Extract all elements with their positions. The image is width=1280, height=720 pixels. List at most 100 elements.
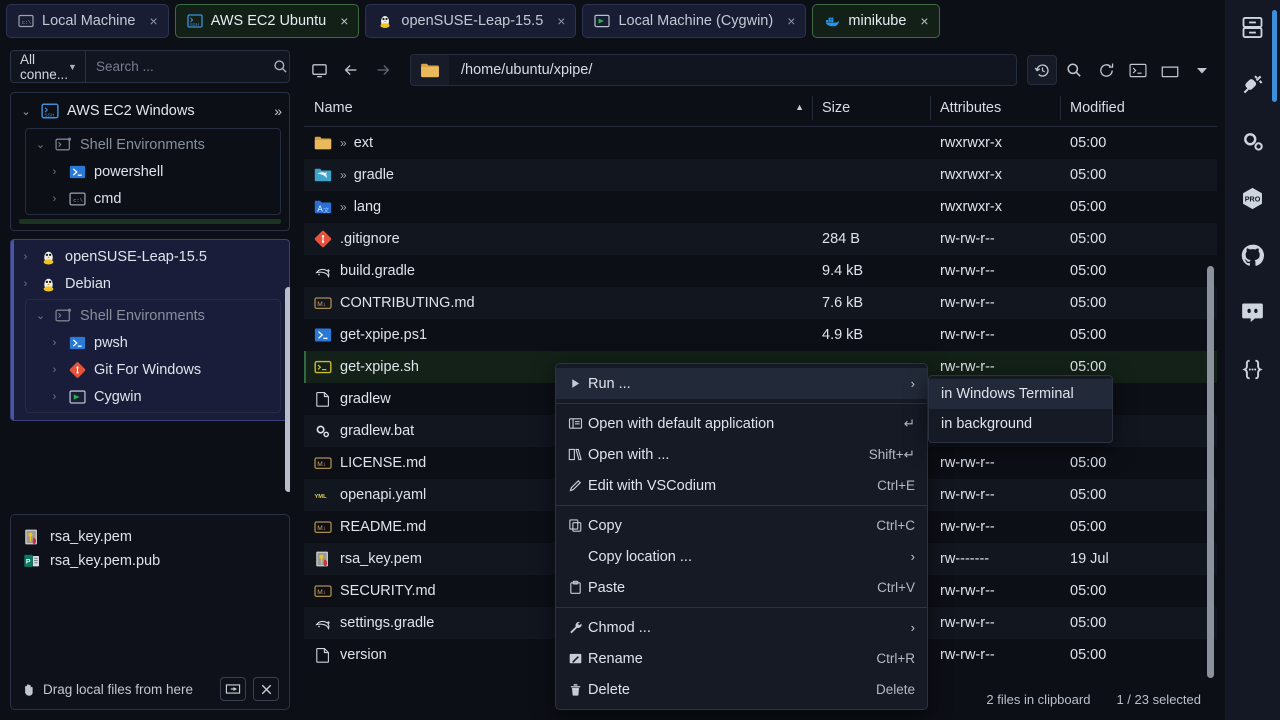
rail-scroll-indicator[interactable]: [1272, 10, 1277, 102]
cell-name[interactable]: .gitignore: [304, 223, 812, 255]
connection-group[interactable]: ⌄ SSH AWS EC2 Windows » ⌄ Shell Environm…: [10, 92, 290, 231]
tree-node[interactable]: › Git For Windows: [26, 356, 280, 383]
group-header[interactable]: ⌄ SSH AWS EC2 Windows »: [11, 96, 289, 126]
file-list-scrollbar[interactable]: [1207, 266, 1214, 678]
context-menu-item[interactable]: Chmod ... ›: [556, 612, 927, 643]
search-icon[interactable]: [1059, 55, 1089, 85]
close-icon[interactable]: ×: [150, 14, 158, 28]
discord-icon[interactable]: [1238, 297, 1268, 327]
tab-aws-ec2-ubuntu[interactable]: SSHAWS EC2 Ubuntu×: [175, 4, 360, 38]
search-icon[interactable]: [273, 59, 288, 74]
dropzone-file[interactable]: rsa_key.pem: [21, 525, 279, 549]
pro-badge-icon[interactable]: PRO: [1238, 183, 1268, 213]
clear-dropzone-button[interactable]: [253, 677, 279, 701]
connection-group[interactable]: › openSUSE-Leap-15.5 › Debian ⌄ Shell En…: [10, 239, 290, 421]
expand-icon[interactable]: »: [340, 168, 345, 182]
submenu-item[interactable]: in background: [929, 409, 1112, 439]
chevron-down-icon[interactable]: ⌄: [34, 138, 47, 151]
context-menu-item[interactable]: Delete Delete: [556, 674, 927, 705]
chevron-right-icon[interactable]: ›: [48, 193, 61, 205]
column-header-modified[interactable]: Modified: [1060, 94, 1217, 127]
path-bar[interactable]: /home/ubuntu/xpipe/: [410, 54, 1017, 86]
context-menu-item[interactable]: Open with default application ↵: [556, 408, 927, 439]
chevron-down-icon[interactable]: ⌄: [19, 105, 33, 118]
settings-icon[interactable]: [1238, 126, 1268, 156]
cell-name[interactable]: A文 » lang: [304, 191, 812, 223]
expand-icon[interactable]: »: [340, 136, 345, 150]
context-menu-item[interactable]: Rename Ctrl+R: [556, 643, 927, 674]
chevron-down-icon[interactable]: [1187, 55, 1217, 85]
close-icon[interactable]: ×: [787, 14, 795, 28]
close-icon[interactable]: ×: [340, 14, 348, 28]
chevron-right-icon[interactable]: ›: [19, 251, 32, 263]
close-icon[interactable]: ×: [557, 14, 565, 28]
cell-name[interactable]: M↓ CONTRIBUTING.md: [304, 287, 812, 319]
table-row[interactable]: get-xpipe.ps1 4.9 kBrw-rw-r--05:00: [304, 319, 1217, 351]
chevron-right-icon[interactable]: ›: [48, 166, 61, 178]
refresh-icon[interactable]: [1091, 55, 1121, 85]
cell-name[interactable]: build.gradle: [304, 255, 812, 287]
sidebar-scrollbar[interactable]: [285, 287, 290, 492]
tab-local-machine[interactable]: c:\Local Machine×: [6, 4, 169, 38]
column-header-name[interactable]: Name▲: [304, 94, 812, 127]
history-icon[interactable]: [1027, 55, 1057, 85]
tree-node[interactable]: › Cygwin: [26, 383, 280, 410]
connections-tree[interactable]: ⌄ SSH AWS EC2 Windows » ⌄ Shell Environm…: [10, 92, 290, 514]
context-menu-item[interactable]: Copy location ... ›: [556, 541, 927, 572]
table-row[interactable]: A文 » lang rwxrwxr-x05:00: [304, 191, 1217, 223]
cell-name[interactable]: » gradle: [304, 159, 812, 191]
new-folder-icon[interactable]: [1155, 55, 1185, 85]
chevron-right-icon[interactable]: ›: [48, 364, 61, 376]
chevron-right-icon[interactable]: ›: [48, 391, 61, 403]
svg-text:c:\: c:\: [22, 20, 31, 26]
tree-node[interactable]: › pwsh: [26, 329, 280, 356]
tab-minikube[interactable]: minikube×: [812, 4, 939, 38]
dropzone-file[interactable]: P rsa_key.pem.pub: [21, 549, 279, 573]
submenu-item[interactable]: in Windows Terminal: [929, 379, 1112, 409]
table-row[interactable]: build.gradle 9.4 kBrw-rw-r--05:00: [304, 255, 1217, 287]
connection-filter-select[interactable]: All conne... ▼: [11, 51, 86, 82]
tab-local-machine-cygwin[interactable]: Local Machine (Cygwin)×: [582, 4, 806, 38]
group-more-icon[interactable]: »: [274, 103, 281, 119]
plug-icon[interactable]: [1238, 69, 1268, 99]
context-menu-item[interactable]: Open with ... Shift+↵: [556, 439, 927, 470]
chevron-right-icon[interactable]: ›: [48, 337, 61, 349]
tab-opensuse-leap-15-5[interactable]: openSUSE-Leap-15.5×: [365, 4, 576, 38]
chevron-right-icon[interactable]: ›: [19, 278, 32, 290]
shell-environments-header[interactable]: ⌄ Shell Environments: [26, 131, 280, 158]
cell-name[interactable]: get-xpipe.ps1: [304, 319, 812, 351]
context-menu[interactable]: Run ... › Open with default application …: [555, 363, 928, 710]
context-menu-item[interactable]: Edit with VSCodium Ctrl+E: [556, 470, 927, 501]
open-folder-button[interactable]: [220, 677, 246, 701]
shell-environments-header[interactable]: ⌄ Shell Environments: [26, 302, 280, 329]
column-header-attributes[interactable]: Attributes: [930, 94, 1060, 127]
terminal-icon[interactable]: [1123, 55, 1153, 85]
server-icon[interactable]: [1238, 12, 1268, 42]
expand-icon[interactable]: »: [340, 200, 345, 214]
tree-node[interactable]: › powershell: [26, 158, 280, 185]
table-row[interactable]: » gradle rwxrwxr-x05:00: [304, 159, 1217, 191]
braces-icon[interactable]: [1238, 354, 1268, 384]
close-icon[interactable]: ×: [920, 14, 928, 28]
github-icon[interactable]: [1238, 240, 1268, 270]
context-menu-item[interactable]: Paste Ctrl+V: [556, 572, 927, 603]
search-input[interactable]: [96, 59, 273, 74]
search-wrapper: [86, 51, 290, 82]
run-submenu[interactable]: in Windows Terminal in background: [928, 375, 1113, 443]
tree-node[interactable]: › openSUSE-Leap-15.5: [11, 243, 289, 270]
back-button[interactable]: [336, 55, 366, 85]
tree-node[interactable]: › Debian: [11, 270, 289, 297]
monitor-icon[interactable]: [304, 55, 334, 85]
tree-node-label: powershell: [94, 164, 163, 180]
forward-button[interactable]: [368, 55, 398, 85]
table-row[interactable]: » ext rwxrwxr-x05:00: [304, 127, 1217, 159]
chevron-down-icon[interactable]: ⌄: [34, 309, 47, 322]
local-file-dropzone[interactable]: rsa_key.pem P rsa_key.pem.pub Drag local…: [10, 514, 290, 710]
table-row[interactable]: M↓ CONTRIBUTING.md 7.6 kBrw-rw-r--05:00: [304, 287, 1217, 319]
table-row[interactable]: .gitignore 284 Brw-rw-r--05:00: [304, 223, 1217, 255]
context-menu-item[interactable]: Copy Ctrl+C: [556, 510, 927, 541]
context-menu-item[interactable]: Run ... ›: [556, 368, 927, 399]
tree-node[interactable]: › c:\ cmd: [26, 185, 280, 212]
column-header-size[interactable]: Size: [812, 94, 930, 127]
cell-name[interactable]: » ext: [304, 127, 812, 159]
